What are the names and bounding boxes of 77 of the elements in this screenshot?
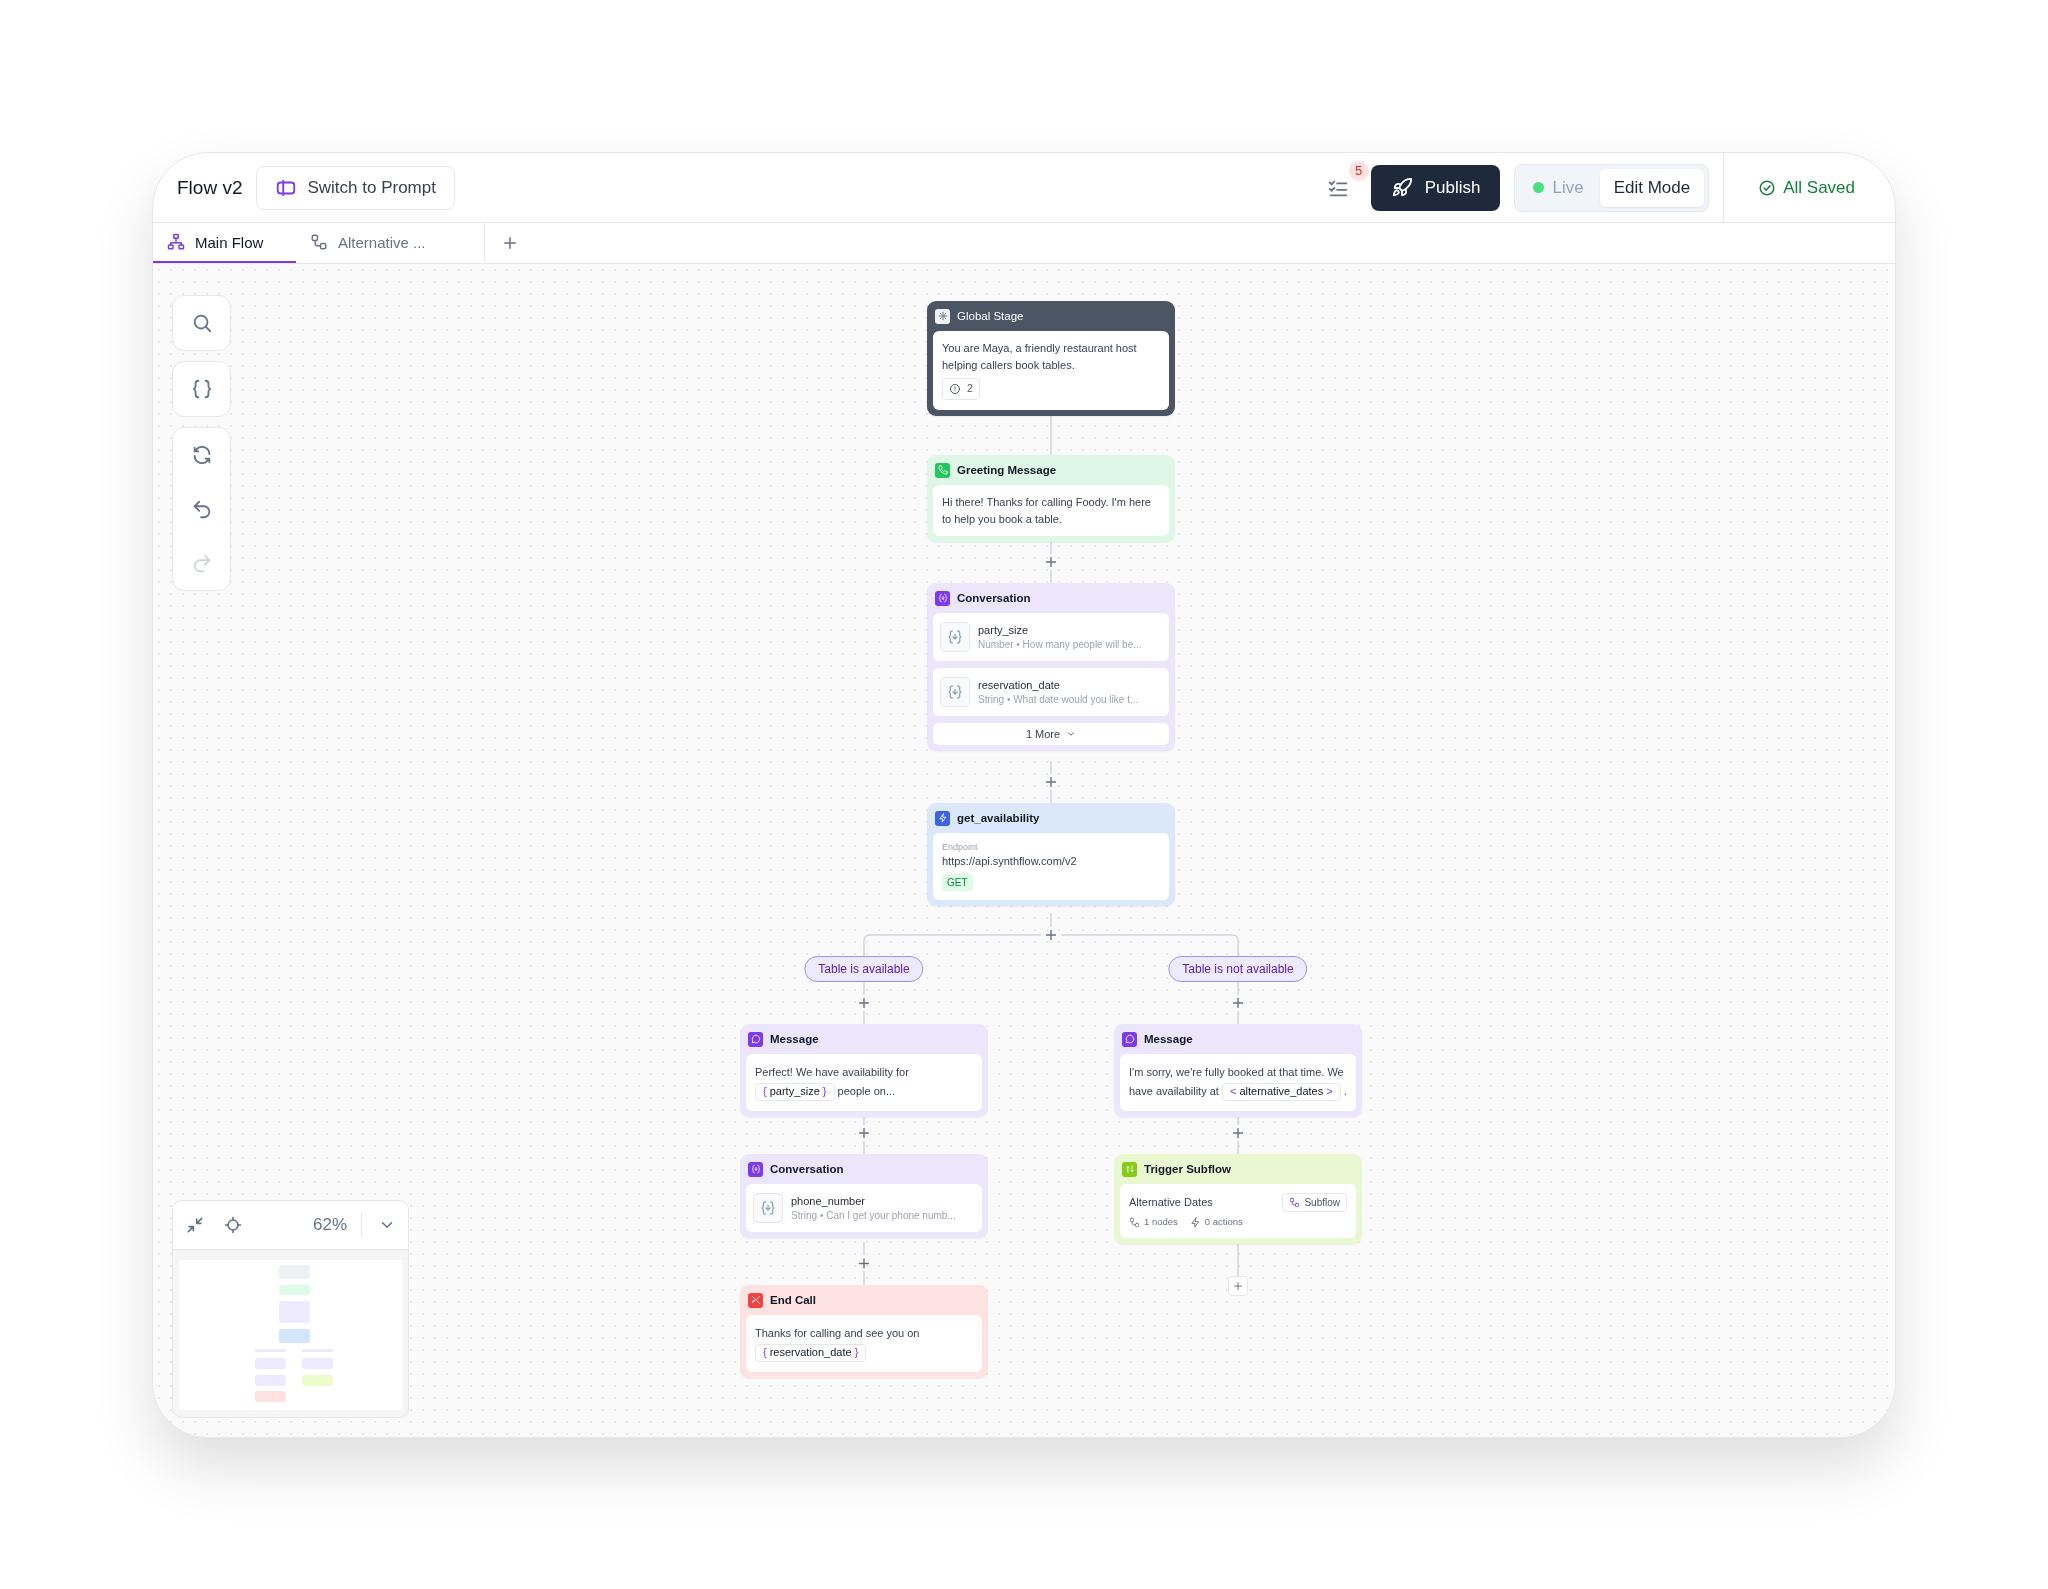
warning-count-badge: 2 xyxy=(942,378,980,400)
node-title: Message xyxy=(770,1033,819,1045)
field-label: Endpoint xyxy=(942,842,979,853)
endpoint-url: https://api.synthflow.com/v2 xyxy=(942,853,1078,869)
plus-icon[interactable] xyxy=(1045,929,1057,941)
switch-to-prompt-button[interactable]: Switch to Prompt xyxy=(256,165,455,210)
zoom-level: 62% xyxy=(312,1215,347,1235)
subflow-name: Alternative Dates xyxy=(1129,1195,1213,1211)
publish-button[interactable]: Publish xyxy=(1370,164,1501,211)
check-circle-icon xyxy=(1758,178,1777,197)
variable-symbol-icon xyxy=(947,684,963,700)
bolt-icon xyxy=(1189,1216,1201,1228)
variable-row[interactable]: reservation_date String • What date would you like t... xyxy=(933,668,1169,716)
flow-node[interactable]: get_availability Endpoint https://api.synthflow.com/v2 GET xyxy=(927,803,1175,907)
condition-label[interactable]: Table is not available xyxy=(1168,956,1308,982)
variable-name: phone_number xyxy=(791,1193,866,1209)
prompt-text: You are Maya, a friendly restaurant host helping callers book tables. xyxy=(942,341,1138,373)
flow-node[interactable]: Conversation party_size Number • How many people will be... reservation_date String • What date would you like t... 1 More xyxy=(927,583,1175,751)
plus-icon[interactable] xyxy=(1045,776,1057,788)
condition-label[interactable]: Table is available xyxy=(804,956,924,982)
live-status-dot xyxy=(1533,182,1545,193)
plus-icon[interactable] xyxy=(858,997,870,1009)
variable-description: String • What date would you like t... xyxy=(978,692,1139,707)
node-title: End Call xyxy=(770,1294,816,1306)
info-icon xyxy=(949,382,961,395)
plus-icon[interactable] xyxy=(1232,1127,1244,1139)
flow-node[interactable]: Conversation phone_number String • Can I get your phone numb... xyxy=(740,1154,988,1238)
variable-symbol-icon xyxy=(947,629,963,645)
hierarchy-icon xyxy=(167,233,185,251)
subflow-icon xyxy=(310,233,328,251)
variable-description: Number • How many people will be... xyxy=(978,637,1142,652)
plus-icon[interactable] xyxy=(858,1127,870,1139)
node-title: Message xyxy=(1144,1033,1193,1045)
flow-node[interactable]: Greeting Message Hi there! Thanks for calling Foody. I'm here to help you book a table. xyxy=(927,455,1175,542)
variable-name: reservation_date xyxy=(978,677,1061,693)
method-badge: GET xyxy=(942,874,973,892)
show-more-button[interactable]: 1 More xyxy=(933,723,1169,745)
variable-symbol-icon xyxy=(760,1200,776,1216)
variable-row[interactable]: party_size Number • How many people will be... xyxy=(933,613,1169,661)
action-count: 0 actions xyxy=(1189,1215,1243,1230)
node-title: Global Stage xyxy=(957,310,1024,322)
message-text: I'm sorry, we're fully booked at that time. We have availability at < alternative_dates > . xyxy=(1129,1063,1347,1102)
flow-node[interactable]: Message Perfect! We have availability for { party_size } people on... xyxy=(740,1024,988,1117)
subflow-icon xyxy=(1289,1197,1301,1208)
subflow-badge: Subflow xyxy=(1282,1193,1347,1212)
add-node-button[interactable] xyxy=(1228,1276,1248,1296)
rocket-icon xyxy=(1390,176,1413,199)
flow-node[interactable]: End Call Thanks for calling and see you on { reservation_date } xyxy=(740,1285,988,1378)
crosshair-icon xyxy=(223,1215,243,1235)
plus-icon[interactable] xyxy=(1232,997,1244,1009)
node-title: Trigger Subflow xyxy=(1144,1163,1231,1175)
mode-toggle-option[interactable]: Edit Mode xyxy=(1599,168,1705,207)
node-title: get_availability xyxy=(957,812,1040,824)
variable-name: party_size xyxy=(978,622,1030,638)
chevron-down-icon xyxy=(1066,729,1077,739)
node-title: Conversation xyxy=(957,592,1031,604)
message-text: Thanks for calling and see you on { reservation_date } xyxy=(755,1324,973,1363)
flow-node[interactable]: Trigger Subflow Alternative Dates Subflow 1 nodes 0 actions xyxy=(1114,1154,1362,1245)
flow-title: Flow v2 xyxy=(177,176,243,199)
plus-icon xyxy=(1232,1280,1244,1292)
plus-icon[interactable] xyxy=(1045,556,1057,568)
plus-icon xyxy=(501,234,519,252)
subflow-icon xyxy=(1129,1216,1140,1228)
variable-row[interactable]: phone_number String • Can I get your phone numb... xyxy=(746,1184,982,1232)
variable-description: String • Can I get your phone numb... xyxy=(791,1208,956,1223)
flow-tab[interactable]: Alternative ... xyxy=(296,223,485,263)
save-status: All Saved xyxy=(1758,177,1855,198)
flow-node[interactable]: Message I'm sorry, we're fully booked at that time. We have availability at < alternative_dates > . xyxy=(1114,1024,1362,1117)
plus-icon[interactable] xyxy=(858,1257,870,1270)
message-text: Perfect! We have availability for { party_size } people on... xyxy=(755,1063,973,1102)
notification-badge: 5 xyxy=(1348,160,1369,181)
message-text: Hi there! Thanks for calling Foody. I'm here to help you book a table. xyxy=(942,495,1152,527)
node-count: 1 nodes xyxy=(1129,1215,1178,1230)
collapse-arrows-icon xyxy=(185,1215,205,1235)
node-title: Greeting Message xyxy=(957,464,1057,476)
flow-node[interactable]: Global Stage You are Maya, a friendly restaurant host helping callers book tables. 2 xyxy=(927,301,1175,416)
node-title: Conversation xyxy=(770,1163,844,1175)
